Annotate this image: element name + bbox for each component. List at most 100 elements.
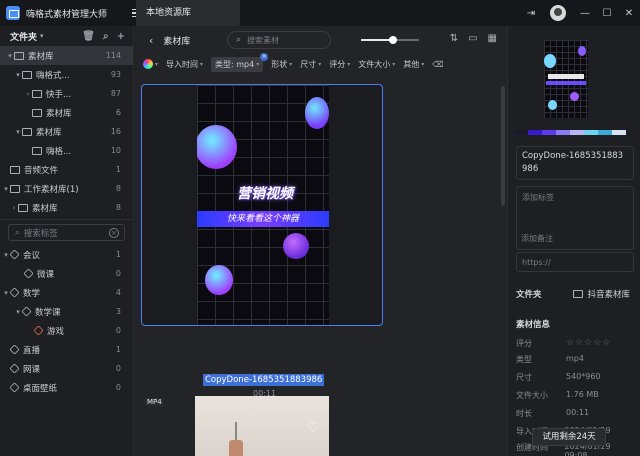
detail-panel: CopyDone-1685351883986 添加标签 添加备注 https:/…	[507, 26, 640, 456]
clear-icon[interactable]: ×	[109, 228, 119, 238]
asset-name[interactable]: CopyDone-1685351883986	[203, 374, 325, 386]
scrollbar[interactable]	[501, 86, 505, 206]
sidebar-folder-item[interactable]: ▾ 嗨格式... 93	[0, 65, 133, 84]
add-note-field[interactable]: 添加备注	[516, 228, 634, 248]
clear-filters-icon[interactable]: ⌫	[432, 60, 443, 69]
sphere-graphic	[205, 265, 233, 295]
tag-icon	[9, 344, 20, 355]
filter-import-time[interactable]: 导入时间 ▾	[166, 59, 203, 70]
trash-icon[interactable]: 🗑	[82, 31, 95, 42]
close-icon[interactable]: ✕	[618, 0, 640, 26]
add-icon[interactable]: +	[117, 31, 125, 42]
clear-filter-icon[interactable]: ×	[260, 52, 269, 61]
filter-file-size[interactable]: 文件大小 ▾	[358, 59, 395, 70]
adjust-icon[interactable]: ⇅	[450, 33, 458, 44]
grid-view-icon[interactable]: ▦	[488, 33, 497, 44]
back-arrow-icon[interactable]: ‹	[149, 34, 153, 47]
filter-type[interactable]: 类型: mp4 ▾ ×	[211, 52, 269, 72]
color-swatch[interactable]	[514, 130, 528, 135]
filename-field[interactable]: CopyDone-1685351883986	[516, 146, 634, 180]
video-thumbnail: 升级 快来看看这个神器 升级 营销视频 快来看看这个神器	[197, 85, 329, 325]
subtitle-graphic	[546, 81, 586, 85]
sidebar-folder-item[interactable]: 素材库 6	[0, 103, 133, 122]
folder-icon	[22, 127, 32, 136]
asset-card[interactable]: ♡	[195, 396, 329, 456]
chevron-right-icon[interactable]: ›	[24, 90, 32, 98]
color-swatch[interactable]	[612, 130, 626, 135]
monitor-icon[interactable]: ▭	[468, 33, 477, 44]
breadcrumb: 素材库	[163, 36, 191, 47]
filter-shape[interactable]: 形状 ▾	[271, 59, 292, 70]
search-icon: ⌕	[236, 35, 242, 45]
folder-icon	[18, 203, 28, 212]
sidebar-tag-item[interactable]: 微课 0	[0, 264, 133, 283]
url-field[interactable]: https://	[516, 252, 634, 272]
folder-icon	[22, 70, 32, 79]
search-input[interactable]: ⌕ 搜索素材	[227, 31, 331, 49]
folder-icon	[14, 51, 24, 60]
sidebar-tag-item[interactable]: 桌面壁纸 0	[0, 378, 133, 397]
zoom-slider[interactable]	[361, 36, 419, 44]
sidebar-folder-item[interactable]: 嗨格... 10	[0, 141, 133, 160]
chevron-down-icon[interactable]: ▾	[14, 71, 22, 79]
sidebar-tag-item[interactable]: 游戏 0	[0, 321, 133, 340]
tag-icon	[9, 382, 20, 393]
trial-remaining-badge[interactable]: 试用剩余24天	[532, 428, 606, 446]
folder-icon	[10, 165, 20, 174]
preview-thumbnail[interactable]	[544, 40, 588, 118]
chevron-right-icon[interactable]: ›	[10, 204, 18, 212]
chevron-down-icon[interactable]: ▾	[2, 185, 10, 193]
color-swatch[interactable]	[556, 130, 570, 135]
chevron-down-icon[interactable]: ▾	[6, 52, 14, 60]
filter-other[interactable]: 其他 ▾	[403, 59, 424, 70]
sidebar-folder-item[interactable]: › 快手... 87	[0, 84, 133, 103]
search-icon[interactable]: ⌕	[103, 31, 109, 42]
color-swatch[interactable]	[528, 130, 542, 135]
sphere-graphic	[283, 233, 309, 259]
info-row: 文件大小 1.76 MB	[516, 390, 599, 400]
asset-grid: 升级 快来看看这个神器 升级 营销视频 快来看看这个神器 CopyDone-16…	[135, 74, 507, 456]
sidebar-folder-item[interactable]: 音频文件 1	[0, 160, 133, 179]
info-section-title: 素材信息	[516, 320, 551, 330]
rating-stars[interactable]: ☆☆☆☆☆	[566, 338, 611, 349]
format-badge: MP4	[145, 398, 164, 406]
color-swatch[interactable]	[598, 130, 612, 135]
folder-header: 文件夹 ▾ 🗑 ⌕ +	[10, 30, 125, 43]
filter-size[interactable]: 尺寸 ▾	[300, 59, 321, 70]
sidebar-tag-item[interactable]: ▾ 会议 1	[0, 245, 133, 264]
avatar[interactable]	[550, 5, 566, 21]
sidebar: 文件夹 ▾ 🗑 ⌕ + ▾ 素材库 114 ▾ 嗨格式... 93 › 快手... 87…	[0, 26, 134, 456]
folder-icon	[10, 184, 20, 193]
zoom-slider-handle[interactable]	[388, 36, 397, 44]
color-filter-icon[interactable]	[143, 59, 153, 69]
tag-icon	[21, 306, 32, 317]
sidebar-folder-item[interactable]: › 素材库 8	[0, 198, 133, 217]
chevron-down-icon[interactable]: ▾	[40, 32, 44, 40]
chevron-down-icon[interactable]: ▾	[155, 61, 158, 68]
color-swatch[interactable]	[542, 130, 556, 135]
tag-icon	[9, 287, 20, 298]
tab-local-library[interactable]: 本地资源库	[136, 0, 240, 26]
sidebar-tag-item[interactable]: ▾ 数学课 3	[0, 302, 133, 321]
tag-search-input[interactable]: ⌕ 搜索标签 ×	[8, 224, 125, 241]
sidebar-tag-item[interactable]: 直播 1	[0, 340, 133, 359]
color-swatch[interactable]	[570, 130, 584, 135]
folder-link[interactable]: 抖音素材库	[573, 288, 630, 300]
heart-icon: ♡	[307, 420, 320, 436]
filter-rating[interactable]: 评分 ▾	[329, 59, 350, 70]
color-swatch[interactable]	[584, 130, 598, 135]
divider	[0, 219, 133, 220]
sidebar-tag-item[interactable]: 网课 0	[0, 359, 133, 378]
asset-card-selected[interactable]: 升级 快来看看这个神器 升级 营销视频 快来看看这个神器	[141, 84, 383, 326]
sidebar-toggle-icon[interactable]: ⇥	[520, 0, 542, 26]
maximize-icon[interactable]: ☐	[596, 0, 618, 26]
title-bar: 嗨格式素材管理大师 本地资源库 ⇥ — ☐ ✕	[0, 0, 640, 26]
sidebar-folder-item[interactable]: ▾ 素材库 16	[0, 122, 133, 141]
sidebar-folder-item[interactable]: ▾ 素材库 114	[0, 46, 133, 65]
sidebar-folder-item[interactable]: ▾ 工作素材库(1) 8	[0, 179, 133, 198]
info-row: 尺寸 540*960	[516, 372, 601, 382]
sidebar-tag-item[interactable]: ▾ 数学 4	[0, 283, 133, 302]
sphere-graphic	[197, 125, 237, 169]
minimize-icon[interactable]: —	[574, 0, 596, 26]
chevron-down-icon[interactable]: ▾	[14, 128, 22, 136]
